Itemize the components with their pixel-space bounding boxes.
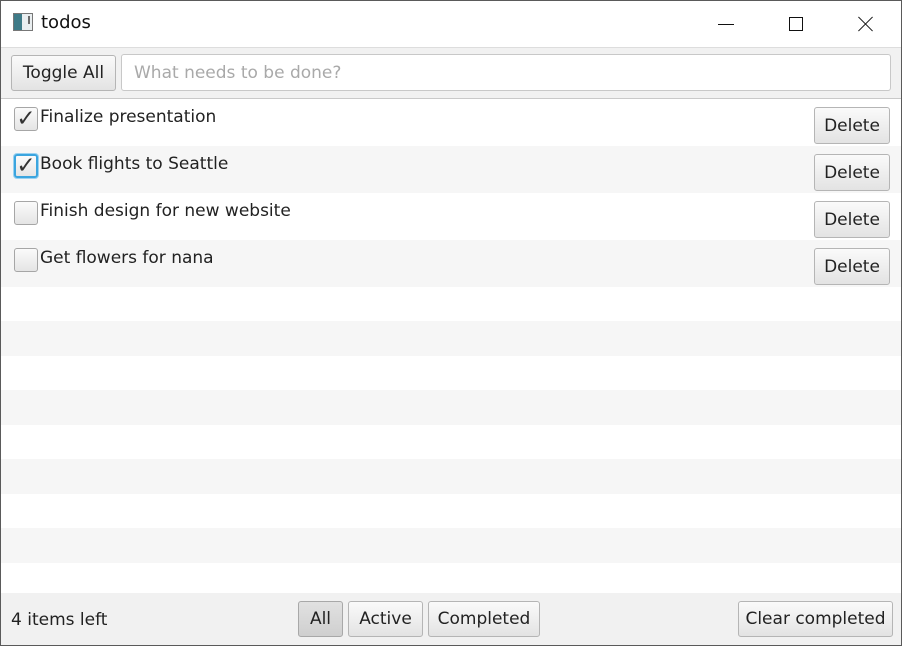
app-icon: [13, 13, 33, 31]
filter-completed-button[interactable]: Completed: [428, 601, 540, 637]
minimize-button[interactable]: [691, 1, 761, 47]
clear-completed-button[interactable]: Clear completed: [738, 601, 893, 637]
new-todo-input[interactable]: [121, 54, 891, 91]
title-bar: todos: [1, 1, 901, 47]
filter-active-button[interactable]: Active: [348, 601, 423, 637]
minimize-icon: [718, 23, 734, 25]
empty-list-row: [1, 459, 901, 494]
todo-checkbox[interactable]: ✓: [14, 154, 38, 178]
todo-item: ✓ Book flights to Seattle Delete: [1, 146, 901, 193]
empty-list-row: [1, 390, 901, 425]
todo-label: Finalize presentation: [40, 107, 217, 127]
todo-item: Finish design for new website Delete: [1, 193, 901, 240]
empty-list-row: [1, 494, 901, 528]
items-left-count: 4 items left: [11, 610, 108, 630]
delete-button[interactable]: Delete: [814, 201, 890, 238]
todo-item: Get flowers for nana Delete: [1, 240, 901, 287]
delete-button[interactable]: Delete: [814, 154, 890, 191]
todo-checkbox[interactable]: [14, 248, 38, 272]
window-title: todos: [41, 12, 91, 33]
maximize-button[interactable]: [761, 1, 831, 47]
delete-button[interactable]: Delete: [814, 107, 890, 144]
empty-list-row: [1, 425, 901, 459]
filter-all-button[interactable]: All: [298, 601, 343, 637]
todo-footer: 4 items left All Active Completed Clear …: [1, 593, 901, 645]
maximize-icon: [789, 17, 803, 31]
toggle-all-button[interactable]: Toggle All: [11, 55, 116, 91]
todo-checkbox[interactable]: [14, 201, 38, 225]
empty-list-row: [1, 321, 901, 356]
empty-list-row: [1, 528, 901, 563]
todos-window: todos Toggle All ✓ Finalize presentation…: [0, 0, 902, 646]
todo-label: Book flights to Seattle: [40, 154, 229, 174]
todo-list: ✓ Finalize presentation Delete ✓ Book fl…: [1, 99, 901, 593]
delete-button[interactable]: Delete: [814, 248, 890, 285]
close-button[interactable]: [831, 1, 901, 47]
todo-label: Finish design for new website: [40, 201, 291, 221]
todo-input-toolbar: Toggle All: [1, 47, 901, 99]
todo-checkbox[interactable]: ✓: [14, 107, 38, 131]
empty-list-row: [1, 563, 901, 593]
todo-item: ✓ Finalize presentation Delete: [1, 99, 901, 146]
empty-list-row: [1, 356, 901, 390]
todo-label: Get flowers for nana: [40, 248, 214, 268]
close-icon: [858, 16, 874, 32]
empty-list-row: [1, 287, 901, 321]
